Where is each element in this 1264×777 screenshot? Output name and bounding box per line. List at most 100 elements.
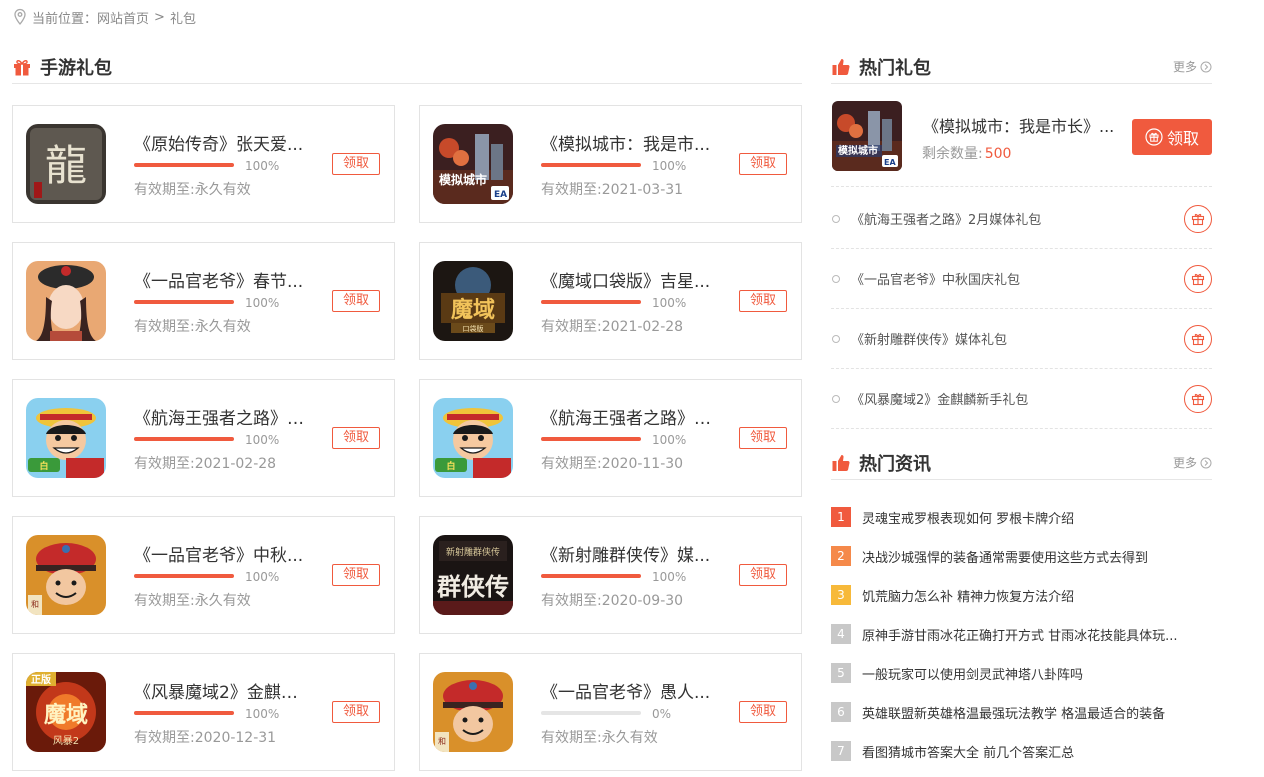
progress-fill [134, 711, 234, 715]
simcity-game-icon[interactable]: 模拟城市 EA [433, 124, 513, 204]
gift-title[interactable]: 《一品官老爷》中秋... [134, 541, 314, 566]
claim-button[interactable]: 领取 [739, 427, 787, 449]
gift-card: 和 《一品官老爷》愚人... 0% 有效期至:永久有效 领取 [419, 653, 802, 771]
gift-title[interactable]: 《一品官老爷》春节... [134, 267, 314, 292]
gift-title[interactable]: 《原始传奇》张天爱... [134, 130, 314, 155]
progress-fill [134, 574, 234, 578]
progress-fill [541, 437, 641, 441]
svg-text:群侠传: 群侠传 [437, 572, 509, 601]
svg-text:白: 白 [39, 460, 48, 472]
news-title[interactable]: 英雄联盟新英雄格温最强玩法教学 格温最适合的装备 [862, 703, 1207, 722]
more-link[interactable]: 更多 [1173, 454, 1212, 471]
progress-fill [541, 300, 641, 304]
gift-circle-icon[interactable] [1184, 324, 1212, 353]
claim-button[interactable]: 领取 [332, 153, 380, 175]
progress-percent: 100% [245, 570, 280, 584]
hot-gift-item[interactable]: 《一品官老爷》中秋国庆礼包 [831, 249, 1212, 309]
claim-button[interactable]: 领取 [332, 701, 380, 723]
news-title[interactable]: 决战沙城强悍的装备通常需要使用这些方式去得到 [862, 547, 1207, 566]
claim-button[interactable]: 领取 [332, 290, 380, 312]
claim-button[interactable]: 领取 [739, 564, 787, 586]
claim-button[interactable]: 领取 [739, 290, 787, 312]
progress-percent: 100% [652, 433, 687, 447]
featured-claim-button[interactable]: 领取 [1132, 119, 1212, 155]
progress-bar [541, 163, 641, 167]
gift-title[interactable]: 《魔域口袋版》吉星... [541, 267, 721, 292]
gift-title[interactable]: 《航海王强者之路》2... [134, 404, 314, 429]
hot-gift-item[interactable]: 《风暴魔域2》金麒麟新手礼包 [831, 369, 1212, 429]
gift-title[interactable]: 《一品官老爷》愚人... [541, 678, 721, 703]
progress-percent: 100% [245, 707, 280, 721]
svg-text:龍: 龍 [45, 141, 87, 190]
claim-button[interactable]: 领取 [739, 701, 787, 723]
news-item[interactable]: 7 看图猜城市答案大全 前几个答案汇总 [831, 741, 1212, 761]
more-label: 更多 [1172, 60, 1197, 74]
news-item[interactable]: 6 英雄联盟新英雄格温最强玩法教学 格温最适合的装备 [831, 702, 1212, 722]
breadcrumb-separator: > [154, 9, 165, 25]
claim-button[interactable]: 领取 [739, 153, 787, 175]
dragon-game-icon[interactable]: 龍 [26, 124, 106, 204]
progress-bar [541, 711, 641, 715]
gift-card: 白 《航海王强者之路》1... 100% 有效期至:2020-11-30 领取 [419, 379, 802, 497]
gift-circle-icon[interactable] [1184, 384, 1212, 413]
news-title[interactable]: 一般玩家可以使用剑灵武神塔八卦阵吗 [862, 664, 1207, 683]
remaining-label: 剩余数量: [922, 146, 983, 162]
hot-gift-label[interactable]: 《新射雕群侠传》媒体礼包 [851, 329, 1007, 348]
gift-circle-icon[interactable] [1184, 264, 1212, 293]
storm-moyu-game-icon[interactable]: 正版 魔域 风暴2 [26, 672, 106, 752]
news-item[interactable]: 1 灵魂宝戒罗根表现如何 罗根卡牌介绍 [831, 507, 1212, 527]
progress-percent: 100% [652, 159, 687, 173]
gift-validity: 有效期至:2020-12-31 [134, 730, 277, 746]
one-piece-game-icon[interactable]: 白 [26, 398, 106, 478]
one-piece-game-icon[interactable]: 白 [433, 398, 513, 478]
progress-bar [541, 574, 641, 578]
progress-bar [134, 300, 234, 304]
condor-heroes-game-icon[interactable]: 新射雕群侠传 群侠传 [433, 535, 513, 615]
mobile-gifts-header: 手游礼包 [12, 50, 802, 84]
progress-bar [134, 574, 234, 578]
svg-text:和: 和 [438, 737, 446, 746]
hot-gift-item[interactable]: 《新射雕群侠传》媒体礼包 [831, 309, 1212, 369]
progress-fill [541, 163, 641, 167]
claim-button[interactable]: 领取 [332, 564, 380, 586]
svg-text:口袋版: 口袋版 [463, 324, 484, 333]
progress-fill [134, 163, 234, 167]
progress-bar [134, 711, 234, 715]
claim-button[interactable]: 领取 [332, 427, 380, 449]
remaining-count: 剩余数量: 500 [922, 143, 1011, 163]
gift-title[interactable]: 《新射雕群侠传》媒... [541, 541, 721, 566]
news-title[interactable]: 原神手游甘雨冰花正确打开方式 甘雨冰花技能具体玩... [862, 625, 1207, 644]
svg-text:新射雕群侠传: 新射雕群侠传 [446, 546, 500, 558]
news-item[interactable]: 4 原神手游甘雨冰花正确打开方式 甘雨冰花技能具体玩... [831, 624, 1212, 644]
gift-validity: 有效期至:永久有效 [134, 593, 251, 609]
news-item[interactable]: 2 决战沙城强悍的装备通常需要使用这些方式去得到 [831, 546, 1212, 566]
news-item[interactable]: 5 一般玩家可以使用剑灵武神塔八卦阵吗 [831, 663, 1212, 683]
gift-validity: 有效期至:2020-09-30 [541, 593, 684, 609]
gift-circle-icon[interactable] [1184, 204, 1212, 233]
official-lady-game-icon[interactable] [26, 261, 106, 341]
hot-gift-label[interactable]: 《一品官老爷》中秋国庆礼包 [851, 269, 1020, 288]
news-title[interactable]: 饥荒脑力怎么补 精神力恢复方法介绍 [862, 586, 1207, 605]
breadcrumb-home-link[interactable]: 网站首页 [97, 8, 149, 27]
more-link[interactable]: 更多 [1173, 58, 1212, 75]
gift-card: 模拟城市 EA 《模拟城市：我是市... 100% 有效期至:2021-03-31… [419, 105, 802, 223]
progress-percent: 0% [652, 707, 672, 721]
news-title[interactable]: 灵魂宝戒罗根表现如何 罗根卡牌介绍 [862, 508, 1207, 527]
svg-text:魔域: 魔域 [44, 702, 88, 728]
official-man-game-icon[interactable]: 和 [433, 672, 513, 752]
gift-title[interactable]: 《航海王强者之路》1... [541, 404, 721, 429]
hot-gift-label[interactable]: 《航海王强者之路》2月媒体礼包 [851, 209, 1041, 228]
hot-gift-label[interactable]: 《风暴魔域2》金麒麟新手礼包 [851, 389, 1028, 408]
official-man-game-icon[interactable]: 和 [26, 535, 106, 615]
gift-title[interactable]: 《风暴魔域2》金麒麟... [134, 678, 314, 703]
more-label: 更多 [1172, 456, 1197, 470]
news-title[interactable]: 看图猜城市答案大全 前几个答案汇总 [862, 742, 1207, 761]
simcity-game-icon[interactable]: 模拟城市 EA [832, 101, 902, 171]
featured-gift-title[interactable]: 《模拟城市：我是市长》... [923, 113, 1123, 137]
moyu-pocket-game-icon[interactable]: 魔域 口袋版 [433, 261, 513, 341]
hot-gift-item[interactable]: 《航海王强者之路》2月媒体礼包 [831, 189, 1212, 249]
gift-title[interactable]: 《模拟城市：我是市... [541, 130, 721, 155]
progress-fill [541, 574, 641, 578]
news-item[interactable]: 3 饥荒脑力怎么补 精神力恢复方法介绍 [831, 585, 1212, 605]
gift-box-icon [14, 59, 30, 75]
